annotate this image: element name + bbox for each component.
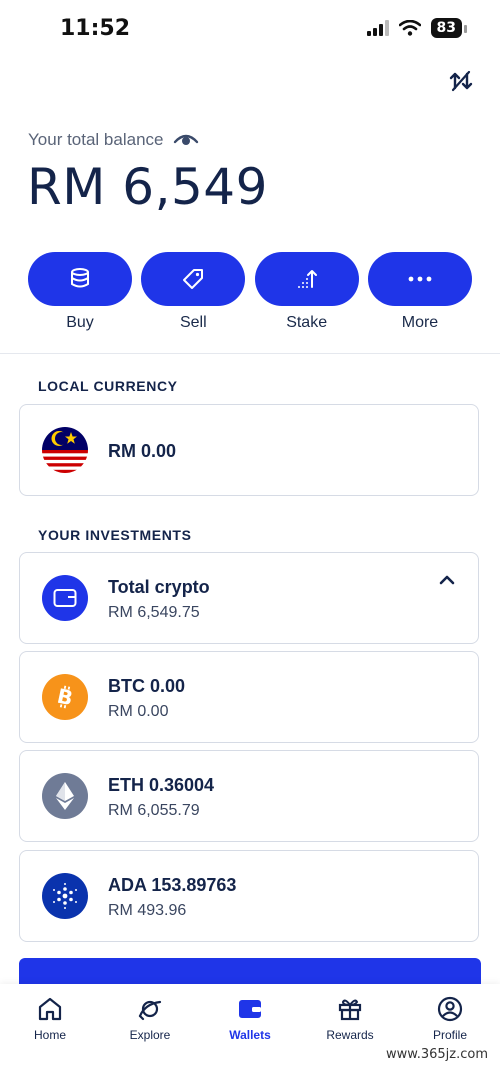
nav-home[interactable]: Home [0,984,100,1068]
home-icon [38,997,62,1021]
swap-currency-button[interactable] [446,66,476,96]
status-bar: 11:52 83 [0,0,500,60]
cardano-icon [42,873,88,919]
watermark-text: www.365jz.com [382,1047,492,1062]
local-currency-title: LOCAL CURRENCY [38,378,178,394]
profile-icon [437,996,463,1022]
nav-home-label: Home [33,1028,66,1042]
nav-profile-label: Profile [432,1028,467,1042]
gift-icon [338,999,362,1021]
total-balance-value: RM 6,549 [27,158,268,216]
asset-card-eth[interactable]: ETH 0.36004 RM 6,055.79 [19,750,479,842]
tag-icon [183,269,204,289]
ada-amount: ADA 153.89763 [108,875,237,895]
nav-wallets-label: Wallets [229,1028,271,1042]
btc-amount: BTC 0.00 [108,676,186,696]
status-time: 11:52 [60,16,131,41]
swap-arrows-icon [449,70,473,92]
local-currency-amount: RM 0.00 [108,441,177,461]
stake-button[interactable]: Stake [254,252,359,332]
chevron-up-icon[interactable] [438,573,456,591]
buy-label: Buy [66,314,94,331]
btc-value: RM 0.00 [108,703,169,720]
asset-card-ada[interactable]: ADA 153.89763 RM 493.96 [19,850,479,942]
stake-button-pill[interactable] [254,252,359,306]
eth-amount: ETH 0.36004 [108,775,215,795]
eye-icon[interactable] [173,131,199,149]
stake-arrow-icon [297,270,317,288]
wallet-icon [239,1000,261,1018]
sell-button[interactable]: Sell [141,252,246,332]
section-divider [0,353,500,354]
battery-indicator: 83 [430,18,468,38]
eth-value: RM 6,055.79 [108,802,200,819]
nav-explore-label: Explore [129,1028,171,1042]
total-crypto-value: RM 6,549.75 [108,604,200,621]
wifi-icon [398,20,421,36]
local-currency-card[interactable]: RM 0.00 [19,404,479,496]
more-dots-icon [408,276,432,282]
balance-label: Your total balance [28,130,164,149]
total-crypto-card[interactable]: Total crypto RM 6,549.75 [19,552,479,644]
asset-card-btc[interactable]: B BTC 0.00 RM 0.00 [19,651,479,743]
more-label: More [401,314,439,331]
signal-icon [366,20,389,36]
sell-button-pill[interactable] [141,252,246,306]
ethereum-icon [42,773,88,819]
more-button[interactable]: More [367,252,472,332]
ada-value: RM 493.96 [108,902,187,919]
buy-button-pill[interactable] [28,252,132,306]
action-buttons: Buy Sell Stake More [28,252,472,332]
nav-wallets[interactable]: Wallets [200,984,300,1068]
balance-label-row: Your total balance [28,130,199,150]
coins-stack-icon [71,268,89,288]
explore-icon [138,1000,162,1021]
stake-label: Stake [286,314,328,331]
nav-rewards-label: Rewards [326,1028,374,1042]
wallet-icon [42,575,88,621]
nav-explore[interactable]: Explore [100,984,200,1068]
buy-button[interactable]: Buy [28,252,132,332]
sell-label: Sell [179,314,207,331]
bitcoin-icon: B [42,674,88,720]
status-icons: 83 [366,18,468,38]
total-crypto-name: Total crypto [108,577,210,597]
investments-title: YOUR INVESTMENTS [38,527,192,543]
malaysia-flag-icon [42,427,88,473]
more-button-pill[interactable] [367,252,472,306]
